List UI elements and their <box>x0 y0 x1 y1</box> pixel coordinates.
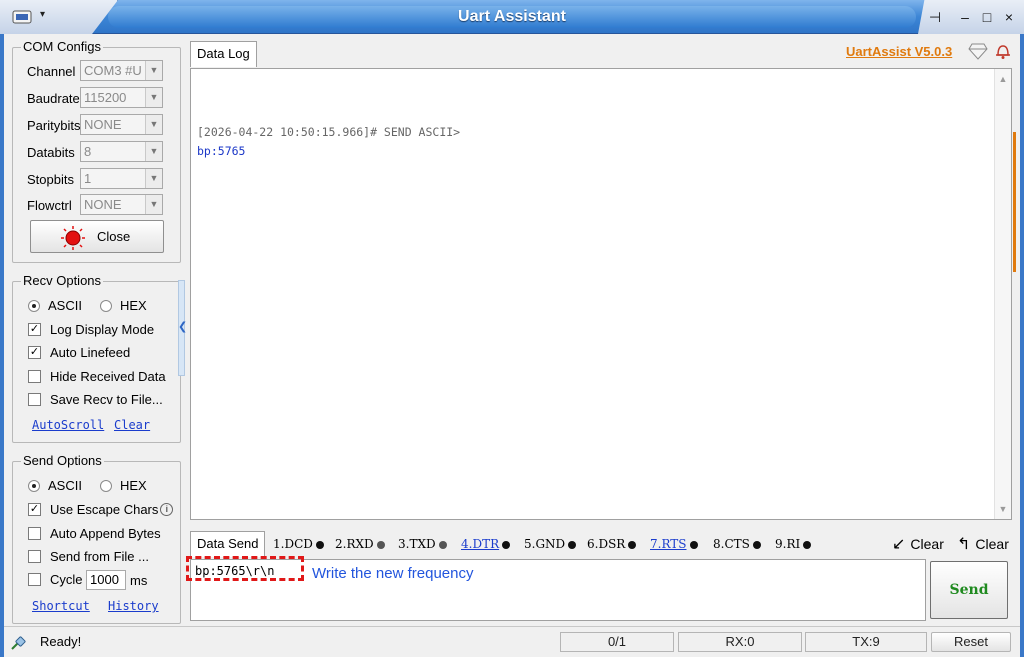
send-ascii-radio[interactable]: ASCII <box>28 478 82 493</box>
databits-select[interactable]: 8 ▼ <box>80 141 163 162</box>
send-options-title: Send Options <box>21 453 104 468</box>
signal-ri: 9.RI <box>775 537 812 551</box>
databits-label: Databits <box>27 145 75 160</box>
diamond-icon[interactable] <box>968 42 988 60</box>
status-rx: RX:0 <box>678 632 802 652</box>
log-scrollbar[interactable]: ▲ ▼ <box>994 69 1011 519</box>
version-link[interactable]: UartAssist V5.0.3 <box>846 44 952 59</box>
recv-options-title: Recv Options <box>21 273 104 288</box>
baudrate-select[interactable]: 115200 ▼ <box>80 87 163 108</box>
undo-arrow-icon: ↙ <box>892 536 906 553</box>
pin-icon[interactable]: ⊣ <box>926 8 944 26</box>
save-recv-checkbox[interactable]: Save Recv to File... <box>28 392 163 407</box>
signal-dcd: 1.DCD <box>273 537 324 551</box>
hide-received-checkbox[interactable]: Hide Received Data <box>28 369 166 384</box>
cycle-checkbox[interactable]: Cycle <box>28 572 83 587</box>
log-display-checkbox[interactable]: ✓ Log Display Mode <box>28 322 154 337</box>
status-ready: Ready! <box>40 634 82 649</box>
bell-icon[interactable] <box>993 41 1013 61</box>
shortcut-link[interactable]: Shortcut <box>32 599 90 613</box>
stopbits-select[interactable]: 1 ▼ <box>80 168 163 189</box>
paritybits-label: Paritybits <box>27 118 81 133</box>
chevron-down-icon[interactable]: ▼ <box>145 195 162 214</box>
signal-gnd: 5.GND <box>524 537 577 551</box>
chevron-down-icon[interactable]: ▼ <box>145 115 162 134</box>
send-button[interactable]: Send <box>930 561 1008 619</box>
status-count: 0/1 <box>560 632 674 652</box>
auto-append-checkbox[interactable]: Auto Append Bytes <box>28 526 161 541</box>
port-status-icon <box>61 226 85 250</box>
recv-options-group: Recv Options ASCII HEX ✓ Log Display Mode… <box>12 273 181 443</box>
cycle-interval-input[interactable]: 1000 <box>86 570 126 590</box>
signal-cts: 8.CTS <box>713 537 761 551</box>
recv-ascii-radio[interactable]: ASCII <box>28 298 82 313</box>
signal-rts[interactable]: 7.RTS <box>650 537 698 551</box>
channel-select[interactable]: COM3 #U ▼ <box>80 60 163 81</box>
title-bar: ▾ Uart Assistant ⊣ – □ × <box>0 0 1024 34</box>
com-configs-title: COM Configs <box>21 39 104 54</box>
flowctrl-label: Flowctrl <box>27 198 72 213</box>
close-port-button[interactable]: Close <box>30 220 164 253</box>
close-window-button[interactable]: × <box>1000 8 1018 26</box>
plug-icon <box>11 636 26 650</box>
flowctrl-select[interactable]: NONE ▼ <box>80 194 163 215</box>
signal-dsr: 6.DSR <box>587 537 637 551</box>
chevron-left-icon[interactable]: ❮ <box>178 320 187 333</box>
paritybits-select[interactable]: NONE ▼ <box>80 114 163 135</box>
send-from-file-checkbox[interactable]: Send from File ... <box>28 549 149 564</box>
annotation-text: Write the new frequency <box>312 565 474 582</box>
auto-linefeed-checkbox[interactable]: ✓ Auto Linefeed <box>28 345 130 360</box>
signal-dtr[interactable]: 4.DTR <box>461 537 511 551</box>
cycle-unit-label: ms <box>130 573 148 588</box>
return-arrow-icon: ↰ <box>957 536 971 553</box>
stopbits-label: Stopbits <box>27 172 74 187</box>
info-icon[interactable]: i <box>160 503 174 516</box>
signal-rxd: 2.RXD <box>335 537 385 551</box>
data-log-area[interactable]: [2026-04-22 10:50:15.966]# SEND ASCII> b… <box>190 68 1012 520</box>
highlight-box <box>186 556 304 581</box>
scroll-up-icon[interactable]: ▲ <box>995 71 1011 87</box>
send-hex-radio[interactable]: HEX <box>100 478 147 493</box>
reset-button[interactable]: Reset <box>931 632 1011 652</box>
baudrate-label: Baudrate <box>27 91 80 106</box>
chevron-down-icon[interactable]: ▼ <box>145 88 162 107</box>
clear-recv-button[interactable]: ↙ Clear <box>892 534 944 554</box>
send-options-group: Send Options ASCII HEX ✓ Use Escape Chars… <box>12 453 181 624</box>
clear-send-button[interactable]: ↰ Clear <box>957 534 1009 554</box>
status-tx: TX:9 <box>805 632 927 652</box>
window-title: Uart Assistant <box>108 6 916 28</box>
maximize-button[interactable]: □ <box>978 8 996 26</box>
send-button-label: Send <box>949 582 989 598</box>
minimize-button[interactable]: – <box>956 8 974 26</box>
autoscroll-link[interactable]: AutoScroll <box>32 418 104 432</box>
tab-data-send[interactable]: Data Send <box>190 531 266 557</box>
chevron-down-icon[interactable]: ▼ <box>145 61 162 80</box>
close-port-label: Close <box>97 229 131 244</box>
chevron-down-icon[interactable]: ▼ <box>145 142 162 161</box>
menu-dropdown-icon[interactable]: ▾ <box>40 9 45 20</box>
log-line-data: bp:5765 <box>197 144 246 158</box>
right-edge-accent <box>1013 132 1016 272</box>
status-bar: Ready! 0/1 RX:0 TX:9 Reset <box>4 626 1020 657</box>
main-frame: COM Configs Channel COM3 #U ▼ Baudrate 11… <box>0 34 1024 657</box>
scroll-down-icon[interactable]: ▼ <box>995 501 1011 517</box>
com-configs-group: COM Configs Channel COM3 #U ▼ Baudrate 11… <box>12 39 181 263</box>
log-line-header: [2026-04-22 10:50:15.966]# SEND ASCII> <box>197 125 461 139</box>
app-icon[interactable] <box>12 9 32 25</box>
window-controls: ⊣ – □ × <box>918 0 1024 34</box>
escape-chars-checkbox[interactable]: ✓ Use Escape Chars i <box>28 502 174 517</box>
recv-clear-link[interactable]: Clear <box>114 418 150 432</box>
signal-txd: 3.TXD <box>398 537 447 551</box>
chevron-down-icon[interactable]: ▼ <box>145 169 162 188</box>
history-link[interactable]: History <box>108 599 159 613</box>
recv-hex-radio[interactable]: HEX <box>100 298 147 313</box>
tab-data-log[interactable]: Data Log <box>190 41 257 67</box>
panel-collapse-handle[interactable]: ❮ <box>178 280 187 376</box>
channel-label: Channel <box>27 64 76 79</box>
